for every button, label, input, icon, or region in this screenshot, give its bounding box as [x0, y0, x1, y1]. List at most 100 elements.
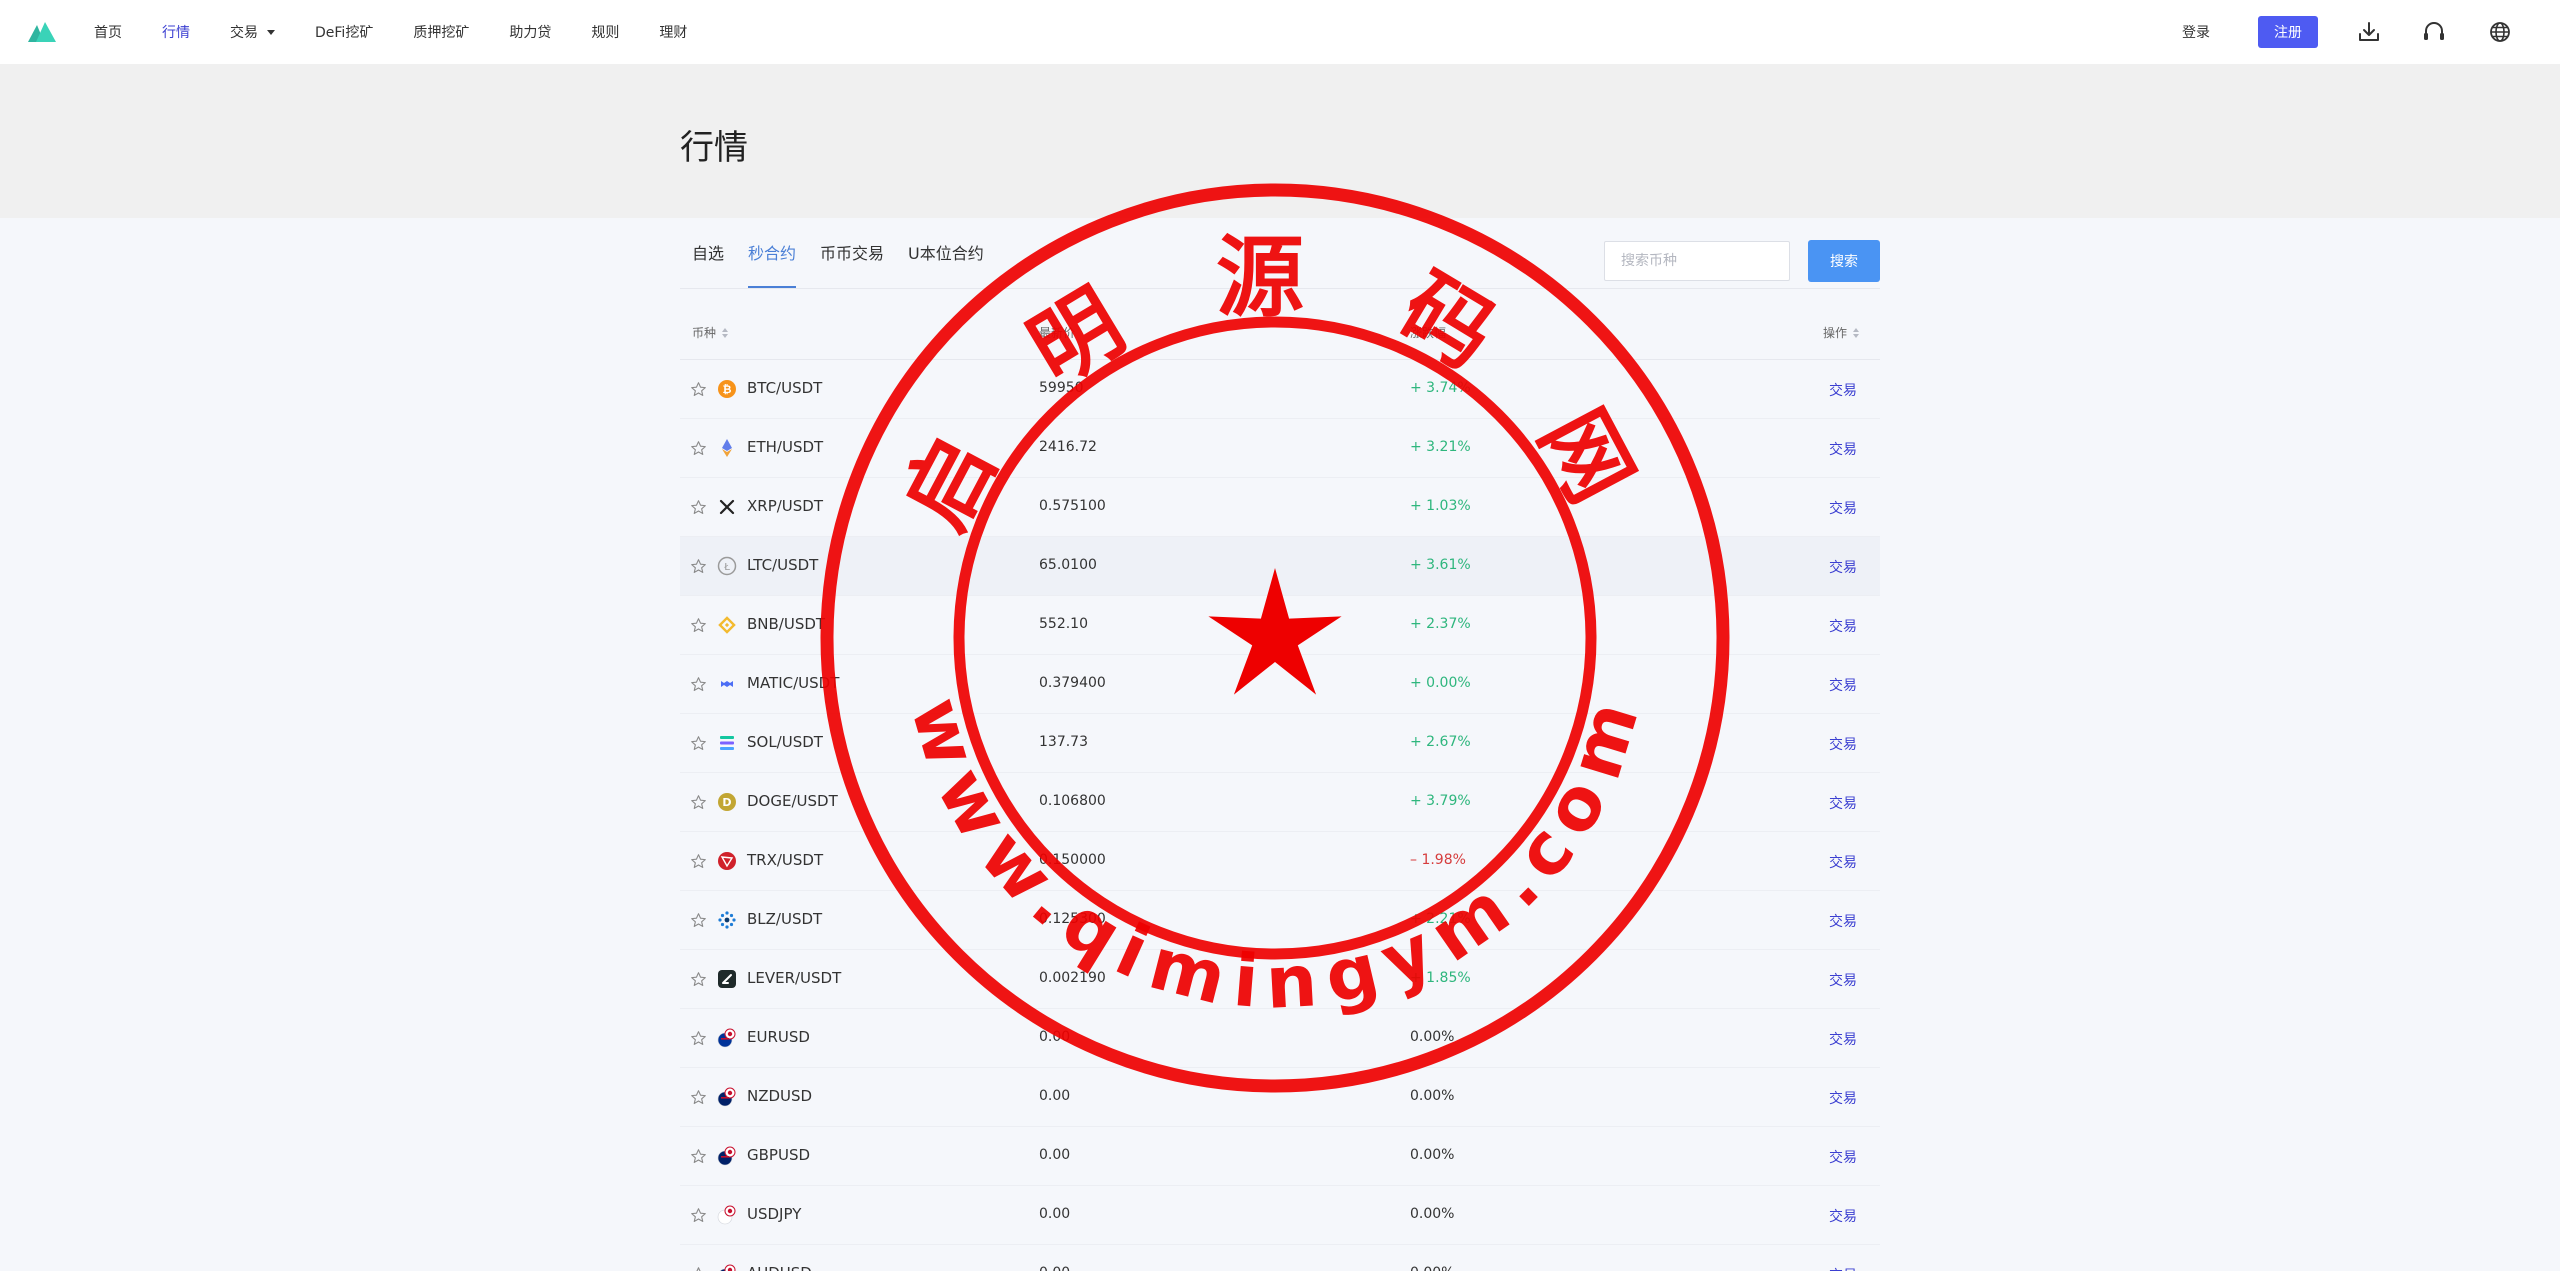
favorite-star-icon[interactable]	[690, 1148, 707, 1165]
nav-item-2[interactable]: 交易	[230, 22, 275, 42]
nav-item-label: 规则	[591, 25, 620, 41]
favorite-star-icon[interactable]	[690, 440, 707, 457]
search-input[interactable]	[1604, 241, 1790, 281]
logo-icon[interactable]	[28, 22, 56, 42]
trade-link[interactable]: 交易	[1829, 616, 1857, 636]
price-change: 0.00%	[1410, 1029, 1455, 1045]
favorite-star-icon[interactable]	[690, 1207, 707, 1224]
table-row[interactable]: D DOGE/USDT 0.106800 + 3.79% 交易	[680, 773, 1880, 832]
table-row[interactable]: NZDUSD 0.00 0.00% 交易	[680, 1068, 1880, 1127]
headset-icon[interactable]	[2421, 19, 2447, 45]
login-link[interactable]: 登录	[2182, 22, 2210, 42]
pair-name: USDJPY	[747, 1205, 802, 1223]
nav-item-7[interactable]: 理财	[659, 22, 687, 42]
column-header-action-label: 操作	[1823, 326, 1848, 340]
trade-link[interactable]: 交易	[1829, 675, 1857, 695]
nav-item-1[interactable]: 行情	[162, 22, 190, 42]
last-price: 0.379400	[1039, 675, 1106, 691]
trade-link[interactable]: 交易	[1829, 1147, 1857, 1167]
table-row[interactable]: SOL/USDT 137.73 + 2.67% 交易	[680, 714, 1880, 773]
trade-link[interactable]: 交易	[1829, 911, 1857, 931]
trade-link[interactable]: 交易	[1829, 734, 1857, 754]
trade-link[interactable]: 交易	[1829, 970, 1857, 990]
trade-link[interactable]: 交易	[1829, 557, 1857, 577]
favorite-star-icon[interactable]	[690, 971, 707, 988]
tabs-divider	[680, 288, 1880, 289]
favorite-star-icon[interactable]	[690, 1030, 707, 1047]
pair-name: SOL/USDT	[747, 733, 823, 751]
sort-icon	[722, 327, 729, 338]
table-row[interactable]: BLZ/USDT 0.125300 + 2.21% 交易	[680, 891, 1880, 950]
table-row[interactable]: ETH/USDT 2416.72 + 3.21% 交易	[680, 419, 1880, 478]
globe-icon[interactable]	[2487, 19, 2513, 45]
table-row[interactable]: LEVER/USDT 0.002190 + 1.85% 交易	[680, 950, 1880, 1009]
favorite-star-icon[interactable]	[690, 1266, 707, 1271]
nav-item-label: 首页	[94, 25, 122, 41]
trade-link[interactable]: 交易	[1829, 1206, 1857, 1226]
nav-item-5[interactable]: 助力贷	[509, 22, 551, 42]
column-header-action[interactable]: 操作	[1823, 324, 1860, 341]
favorite-star-icon[interactable]	[690, 617, 707, 634]
tab-3[interactable]: U本位合约	[908, 240, 984, 288]
last-price: 137.73	[1039, 734, 1088, 750]
column-header-pair[interactable]: 币种	[692, 324, 729, 341]
nav-item-6[interactable]: 规则	[591, 22, 619, 42]
ltc-coin-icon: Ł	[717, 556, 737, 576]
table-row[interactable]: EURUSD 0.00 0.00% 交易	[680, 1009, 1880, 1068]
table-row[interactable]: USDJPY 0.00 0.00% 交易	[680, 1186, 1880, 1245]
nav-item-label: 质押挖矿	[413, 25, 470, 41]
column-header-price: 最新价	[1039, 324, 1075, 341]
last-price: 65.0100	[1039, 557, 1097, 573]
search-button[interactable]: 搜索	[1808, 240, 1880, 282]
favorite-star-icon[interactable]	[690, 499, 707, 516]
svg-text:D: D	[722, 796, 731, 809]
download-icon[interactable]	[2356, 19, 2382, 45]
last-price: 0.00	[1039, 1265, 1070, 1271]
table-row[interactable]: XRP/USDT 0.575100 + 1.03% 交易	[680, 478, 1880, 537]
favorite-star-icon[interactable]	[690, 853, 707, 870]
btc-coin-icon: ₿	[718, 380, 736, 398]
table-row[interactable]: GBPUSD 0.00 0.00% 交易	[680, 1127, 1880, 1186]
nzd-coin-icon	[717, 1087, 736, 1107]
table-row[interactable]: TRX/USDT 0.150000 – 1.98% 交易	[680, 832, 1880, 891]
blz-coin-icon	[718, 911, 736, 929]
favorite-star-icon[interactable]	[690, 794, 707, 811]
caret-down-icon	[267, 29, 275, 35]
favorite-star-icon[interactable]	[690, 381, 707, 398]
nav-item-0[interactable]: 首页	[94, 22, 122, 42]
lever-coin-icon	[718, 970, 736, 988]
favorite-star-icon[interactable]	[690, 676, 707, 693]
favorite-star-icon[interactable]	[690, 1089, 707, 1106]
favorite-star-icon[interactable]	[690, 735, 707, 752]
table-row[interactable]: AUDUSD 0.00 0.00% 交易	[680, 1245, 1880, 1271]
nav-item-4[interactable]: 质押挖矿	[413, 22, 469, 42]
register-button[interactable]: 注册	[2258, 16, 2318, 48]
table-row[interactable]: MATIC/USDT 0.379400 + 0.00% 交易	[680, 655, 1880, 714]
jpy-coin-icon	[717, 1205, 736, 1225]
table-row[interactable]: ₿ BTC/USDT 59950 + 3.74% 交易	[680, 360, 1880, 419]
trade-link[interactable]: 交易	[1829, 793, 1857, 813]
favorite-star-icon[interactable]	[690, 912, 707, 929]
sort-icon	[1853, 327, 1860, 338]
trade-link[interactable]: 交易	[1829, 498, 1857, 518]
trade-link[interactable]: 交易	[1829, 852, 1857, 872]
table-row[interactable]: BNB/USDT 552.10 + 2.37% 交易	[680, 596, 1880, 655]
nav-item-3[interactable]: DeFi挖矿	[315, 22, 373, 42]
aud-coin-icon	[719, 1264, 736, 1271]
pair-name: AUDUSD	[747, 1264, 812, 1271]
trade-link[interactable]: 交易	[1829, 1029, 1857, 1049]
tab-1[interactable]: 秒合约	[748, 240, 797, 288]
page-title: 行情	[680, 128, 748, 168]
page-header-band	[0, 64, 2560, 218]
tab-2[interactable]: 币币交易	[820, 240, 884, 288]
main-nav: 首页 行情 交易 DeFi挖矿 质押挖矿 助力贷 规则 理财	[94, 0, 727, 64]
favorite-star-icon[interactable]	[690, 558, 707, 575]
trade-link[interactable]: 交易	[1829, 1265, 1857, 1271]
trade-link[interactable]: 交易	[1829, 380, 1857, 400]
trade-link[interactable]: 交易	[1829, 439, 1857, 459]
table-row[interactable]: Ł LTC/USDT 65.0100 + 3.61% 交易	[680, 537, 1880, 596]
tab-0[interactable]: 自选	[692, 240, 724, 288]
last-price: 0.00	[1039, 1206, 1071, 1222]
trade-link[interactable]: 交易	[1829, 1088, 1857, 1108]
table-header: 币种 最新价 涨跌幅 操作	[680, 306, 1880, 360]
